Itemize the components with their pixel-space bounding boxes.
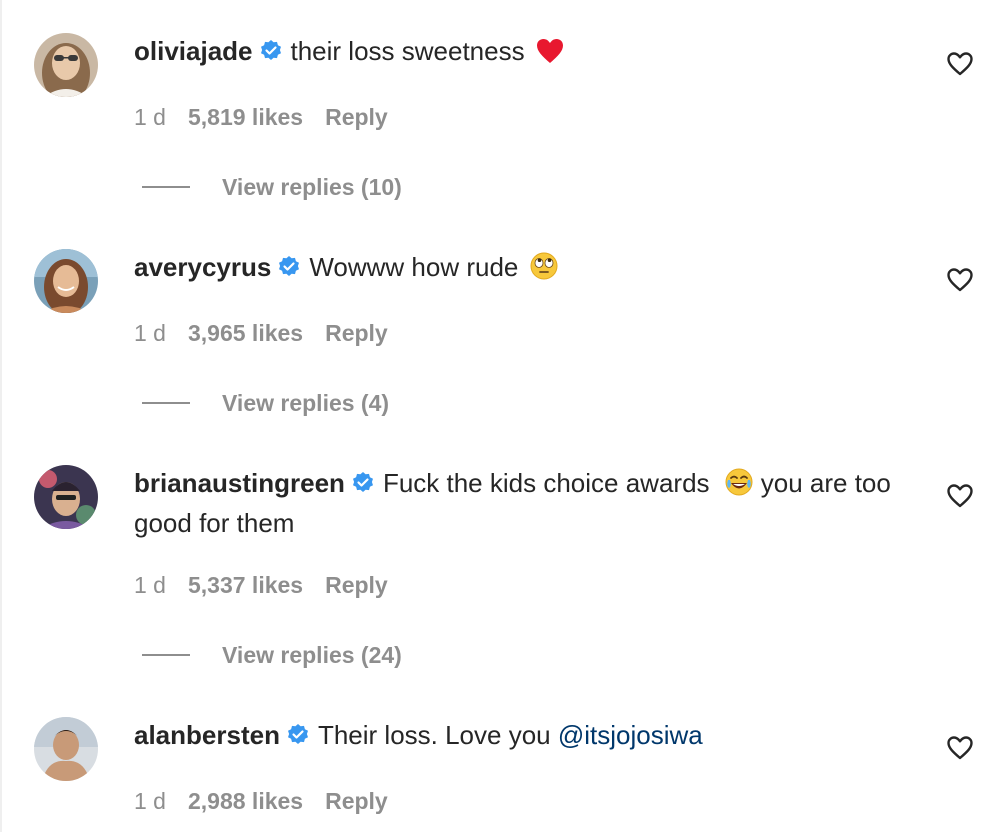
timestamp[interactable]: 1 d [134, 572, 166, 598]
view-replies-label: View replies (10) [222, 174, 402, 200]
username-link[interactable]: brianaustingreen [134, 468, 345, 498]
verified-badge-icon [277, 252, 301, 288]
verified-badge-icon [259, 36, 283, 72]
username-link[interactable]: averycyrus [134, 252, 271, 282]
comment-meta: 1 d 2,988 likes Reply [134, 786, 410, 816]
view-replies-button[interactable]: View replies (4) [142, 388, 389, 418]
verified-badge-icon [286, 720, 310, 756]
comment-body: alanbersten Their loss. Love you @itsjojo… [134, 717, 924, 756]
reply-button[interactable]: Reply [325, 104, 388, 130]
reply-button[interactable]: Reply [325, 788, 388, 814]
view-replies-button[interactable]: View replies (10) [142, 172, 402, 202]
comment-text: Their loss. Love you [317, 720, 551, 750]
comment-text: their loss sweetness [290, 36, 532, 66]
tears-of-joy-emoji [725, 468, 753, 505]
heart-outline-icon[interactable] [946, 735, 974, 761]
replies-divider-line [142, 186, 190, 188]
avatar[interactable] [34, 717, 98, 781]
heart-outline-icon[interactable] [946, 51, 974, 77]
view-replies-button[interactable]: View replies (24) [142, 640, 402, 670]
reply-button[interactable]: Reply [325, 320, 388, 346]
comments-panel: oliviajade their loss sweetness 1 d 5,819 … [0, 0, 988, 832]
timestamp[interactable]: 1 d [134, 104, 166, 130]
rolling-eyes-emoji [530, 252, 558, 289]
mention-link[interactable]: @itsjojosiwa [558, 720, 703, 750]
comment-text: Wowww how rude [309, 252, 526, 282]
comment-body: oliviajade their loss sweetness [134, 33, 924, 73]
timestamp[interactable]: 1 d [134, 788, 166, 814]
view-replies-label: View replies (24) [222, 642, 402, 668]
view-replies-label: View replies (4) [222, 390, 390, 416]
username-link[interactable]: oliviajade [134, 36, 253, 66]
comment-body: averycyrus Wowww how rude [134, 249, 924, 289]
avatar[interactable] [34, 33, 98, 97]
panel-left-border [0, 0, 2, 832]
replies-divider-line [142, 402, 190, 404]
comment-meta: 1 d 5,819 likes Reply [134, 102, 410, 132]
comment-text: Fuck the kids choice awards [382, 468, 717, 498]
red-heart-emoji [536, 37, 564, 73]
like-count[interactable]: 5,819 likes [188, 104, 303, 130]
avatar[interactable] [34, 249, 98, 313]
heart-outline-icon[interactable] [946, 483, 974, 509]
comment-body: brianaustingreen Fuck the kids choice awa… [134, 465, 924, 541]
comment-meta: 1 d 3,965 likes Reply [134, 318, 410, 348]
comment-meta: 1 d 5,337 likes Reply [134, 570, 410, 600]
like-count[interactable]: 3,965 likes [188, 320, 303, 346]
avatar[interactable] [34, 465, 98, 529]
username-link[interactable]: alanbersten [134, 720, 280, 750]
like-count[interactable]: 2,988 likes [188, 788, 303, 814]
verified-badge-icon [351, 468, 375, 504]
like-count[interactable]: 5,337 likes [188, 572, 303, 598]
replies-divider-line [142, 654, 190, 656]
reply-button[interactable]: Reply [325, 572, 388, 598]
timestamp[interactable]: 1 d [134, 320, 166, 346]
heart-outline-icon[interactable] [946, 267, 974, 293]
